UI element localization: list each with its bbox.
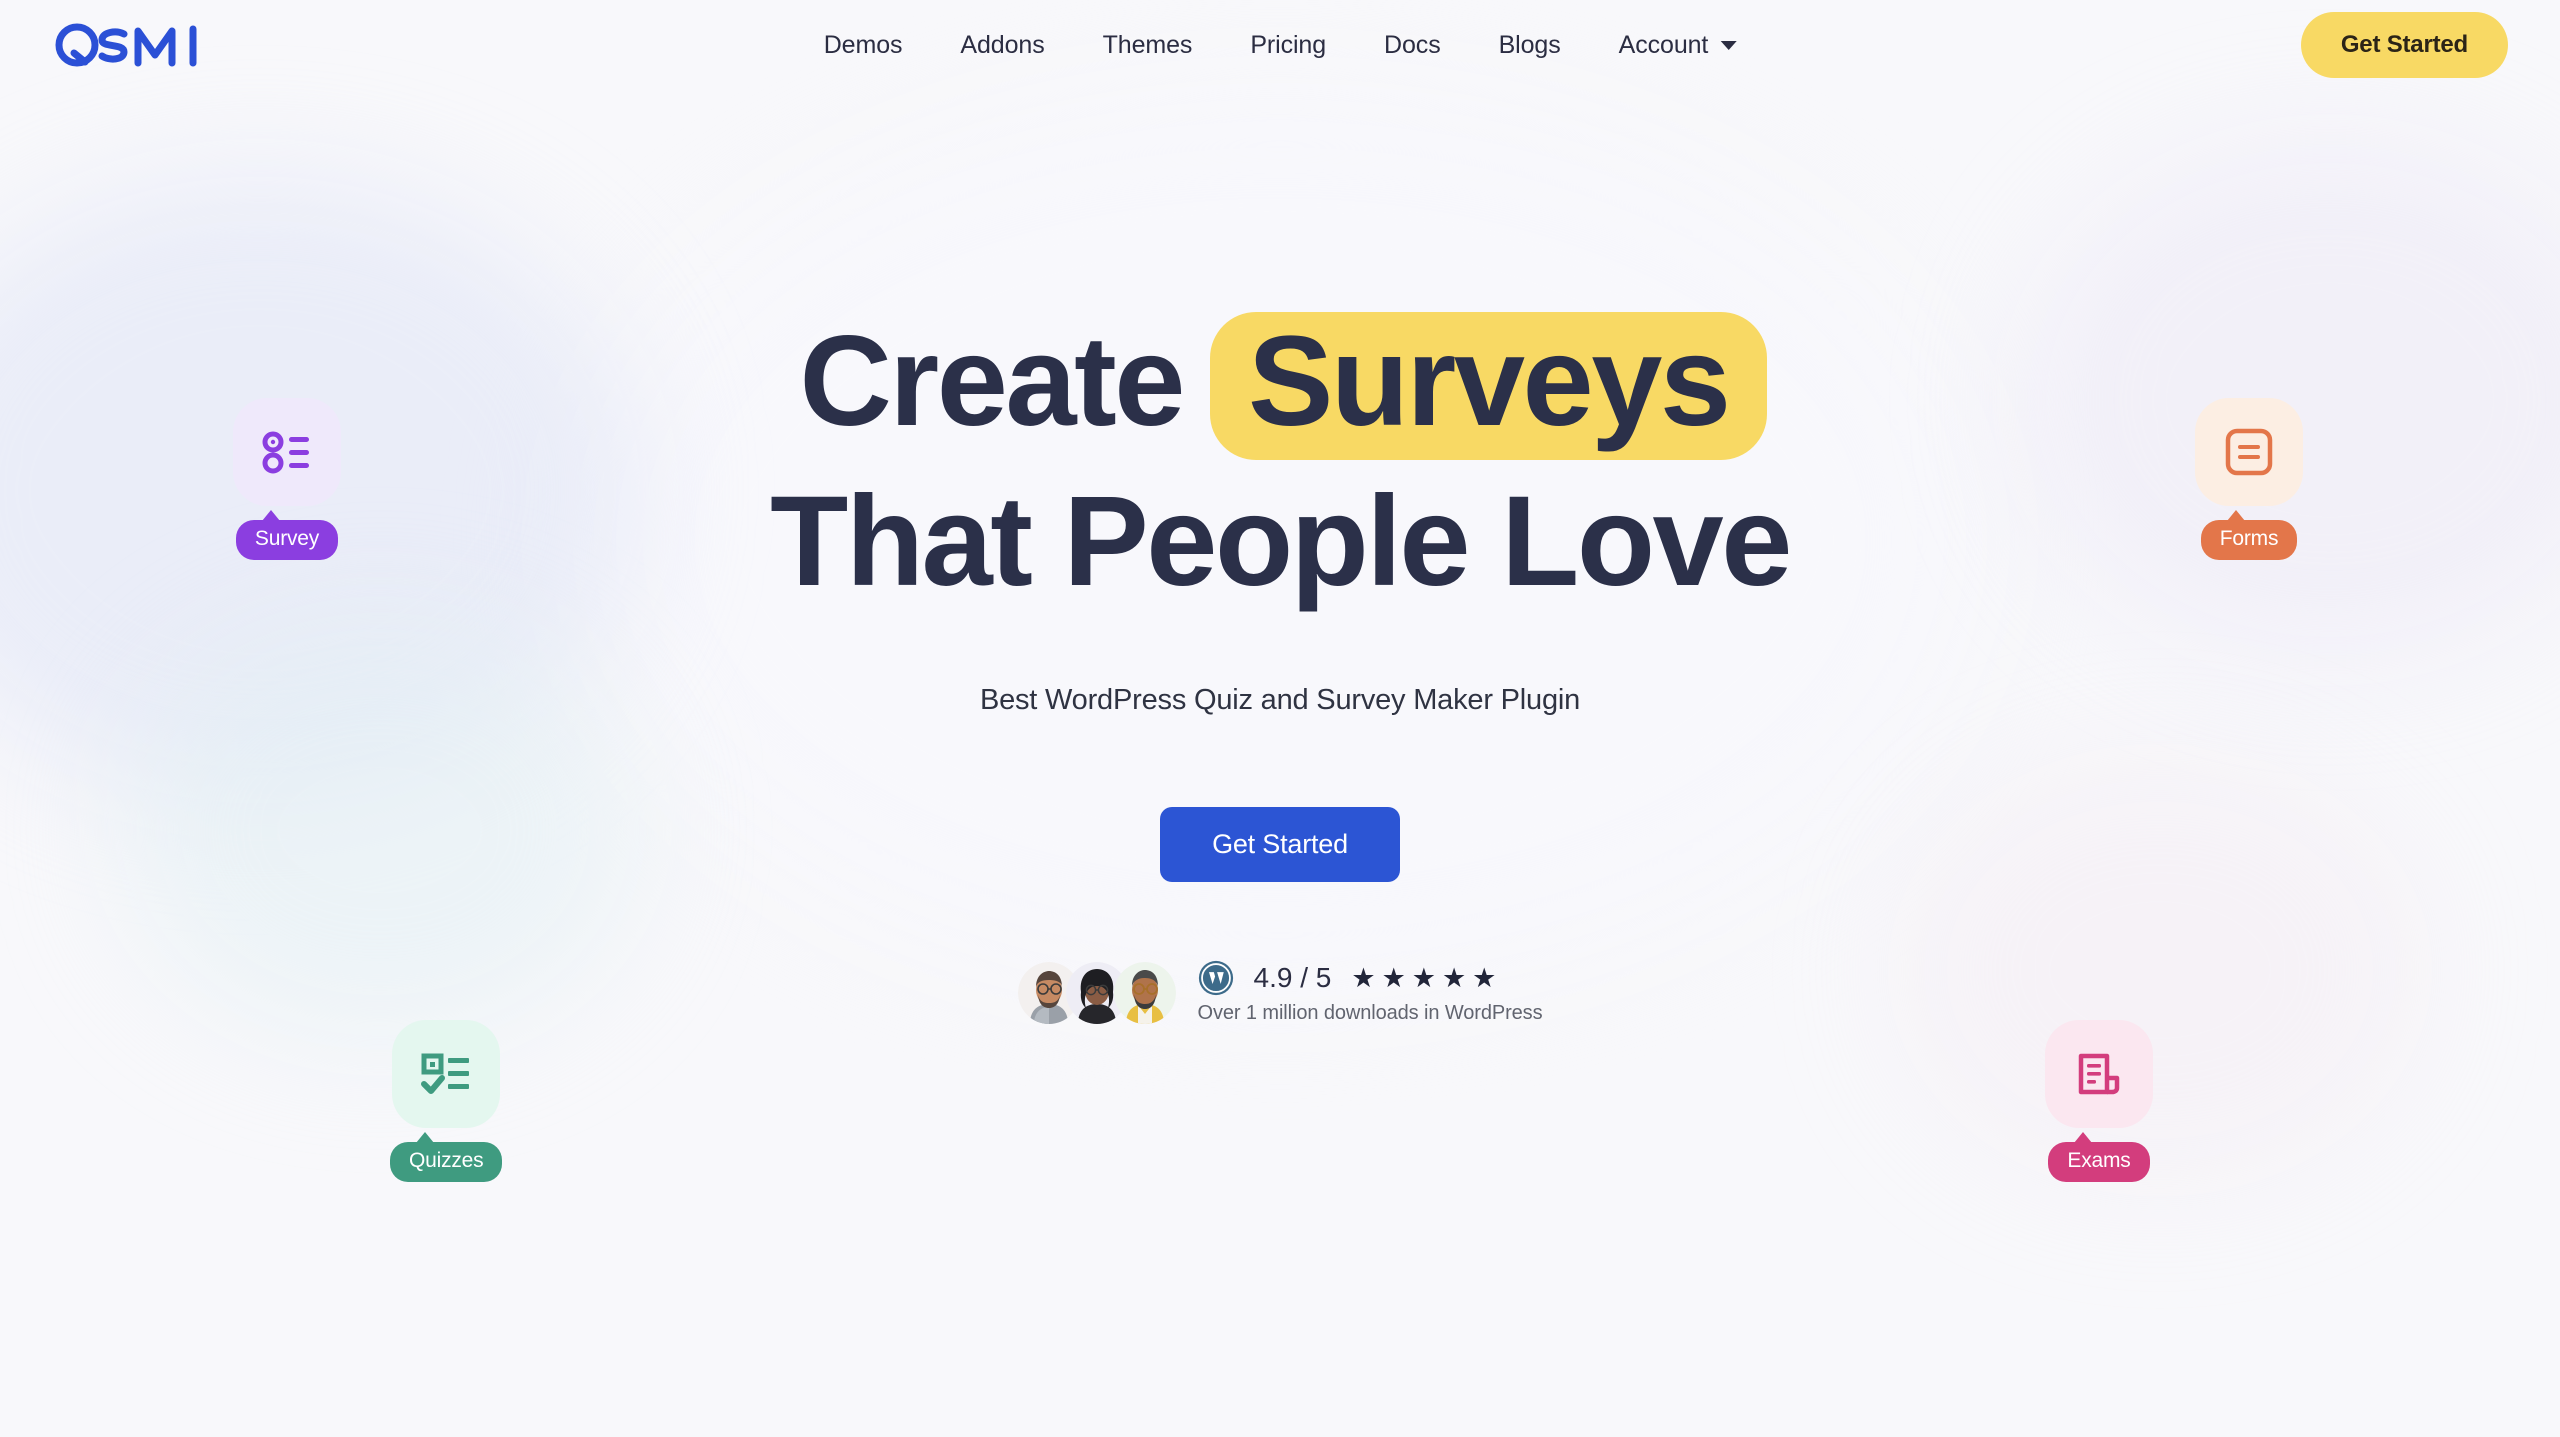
quiz-checklist-icon bbox=[421, 1053, 470, 1094]
header-get-started-button[interactable]: Get Started bbox=[2300, 12, 2508, 78]
feature-tile-exams bbox=[2045, 1020, 2153, 1128]
feature-pill-survey: Survey bbox=[235, 509, 339, 561]
feature-label-exams: Exams bbox=[2067, 1149, 2131, 1172]
hero-title-part1: Create bbox=[799, 310, 1185, 453]
feature-label-survey: Survey bbox=[254, 527, 320, 550]
form-document-icon bbox=[2225, 428, 2273, 476]
feature-label-forms: Forms bbox=[2219, 527, 2279, 550]
nav-item-account[interactable]: Account bbox=[1590, 21, 1766, 70]
exam-paper-icon bbox=[2078, 1053, 2120, 1095]
main-navigation: Demos Addons Themes Pricing Docs Blogs A… bbox=[795, 21, 1766, 70]
feature-card-forms[interactable]: Forms bbox=[2195, 398, 2303, 561]
hero-section: Create Surveys That People Love Best Wor… bbox=[0, 90, 2560, 1437]
hero-subtitle: Best WordPress Quiz and Survey Maker Plu… bbox=[979, 684, 1581, 716]
feature-label-quizzes: Quizzes bbox=[409, 1149, 484, 1172]
feature-pill-forms: Forms bbox=[2200, 509, 2298, 561]
feature-card-survey[interactable]: Survey bbox=[233, 398, 341, 561]
feature-pill-exams: Exams bbox=[2048, 1131, 2150, 1183]
feature-tile-forms bbox=[2195, 398, 2303, 506]
nav-item-themes[interactable]: Themes bbox=[1074, 21, 1222, 70]
feature-pill-quizzes: Quizzes bbox=[390, 1131, 503, 1183]
feature-tile-survey bbox=[233, 398, 341, 506]
rating-value: 4.9 / 5 bbox=[1253, 962, 1332, 993]
hero-title: Create Surveys That People Love bbox=[770, 310, 1792, 613]
feature-card-quizzes[interactable]: Quizzes bbox=[390, 1020, 503, 1183]
nav-item-pricing[interactable]: Pricing bbox=[1221, 21, 1355, 70]
qsm-logo-icon bbox=[55, 23, 197, 67]
chevron-down-icon bbox=[1720, 40, 1737, 50]
nav-item-docs[interactable]: Docs bbox=[1355, 21, 1470, 70]
avatar-group bbox=[1017, 961, 1176, 1024]
feature-card-exams[interactable]: Exams bbox=[2045, 1020, 2153, 1183]
nav-item-blogs[interactable]: Blogs bbox=[1470, 21, 1590, 70]
nav-item-account-label: Account bbox=[1618, 30, 1709, 59]
hero-title-line2: That People Love bbox=[770, 470, 1792, 613]
star-rating-icon: ★★★★★ bbox=[1351, 962, 1503, 993]
survey-list-icon bbox=[262, 431, 309, 474]
feature-tile-quizzes bbox=[392, 1020, 501, 1128]
proof-text-block: 4.9 / 5 ★★★★★ Over 1 million downloads i… bbox=[1198, 960, 1543, 1025]
wordpress-icon bbox=[1198, 960, 1233, 996]
hero-get-started-button[interactable]: Get Started bbox=[1160, 807, 1400, 882]
rating-row: 4.9 / 5 ★★★★★ bbox=[1198, 960, 1543, 996]
hero-title-highlight: Surveys bbox=[1209, 312, 1767, 460]
avatar-user-3 bbox=[1113, 961, 1176, 1024]
downloads-caption: Over 1 million downloads in WordPress bbox=[1197, 1002, 1543, 1024]
social-proof: 4.9 / 5 ★★★★★ Over 1 million downloads i… bbox=[1017, 960, 1543, 1025]
site-header: Demos Addons Themes Pricing Docs Blogs A… bbox=[0, 0, 2560, 90]
brand-logo-qsm[interactable] bbox=[52, 22, 200, 68]
nav-item-addons[interactable]: Addons bbox=[931, 21, 1073, 70]
nav-item-demos[interactable]: Demos bbox=[795, 21, 932, 70]
